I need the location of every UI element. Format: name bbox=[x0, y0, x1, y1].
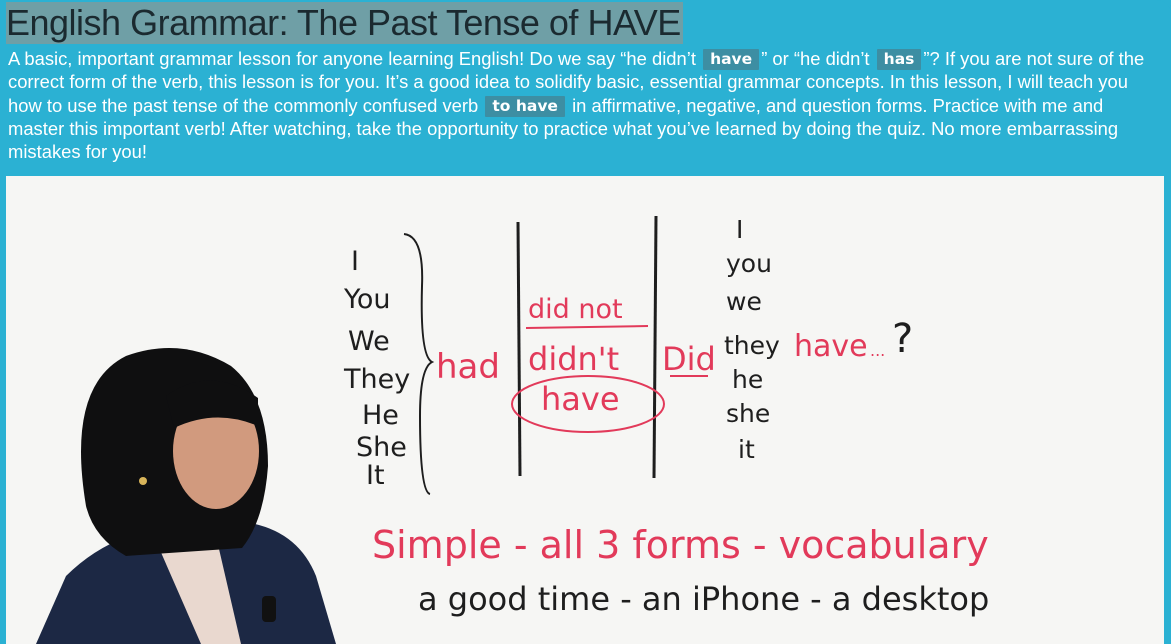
pronoun-right: he bbox=[732, 365, 763, 394]
have-negative-word: have bbox=[541, 380, 620, 418]
pronoun-right: you bbox=[726, 249, 772, 278]
pronoun-right: I bbox=[736, 215, 743, 244]
board-line-1: Simple - all 3 forms - vocabulary bbox=[372, 523, 989, 567]
did-not-word: did not bbox=[528, 294, 623, 325]
did-word: Did bbox=[662, 340, 716, 378]
pronoun-left: She bbox=[356, 432, 407, 463]
had-word: had bbox=[436, 347, 500, 387]
pronoun-left: You bbox=[343, 284, 391, 315]
pronoun-left: It bbox=[366, 460, 385, 491]
didnt-word: didn't bbox=[528, 340, 619, 378]
divider-line bbox=[652, 215, 658, 479]
ellipsis: ... bbox=[870, 341, 885, 360]
description-text-2: ” or “he didn’t bbox=[761, 48, 875, 69]
lesson-description: A basic, important grammar lesson for an… bbox=[8, 47, 1158, 163]
pronoun-right: we bbox=[726, 287, 762, 316]
lesson-panel: English Grammar: The Past Tense of HAVE … bbox=[0, 0, 1171, 644]
lesson-title: English Grammar: The Past Tense of HAVE bbox=[6, 2, 683, 44]
highlight-have: have bbox=[703, 49, 760, 70]
pronoun-left: He bbox=[362, 400, 399, 431]
pronoun-left: We bbox=[348, 326, 390, 357]
whiteboard: I You We They He She It had did not didn… bbox=[6, 176, 1164, 644]
highlight-has: has bbox=[876, 49, 922, 70]
have-question-word: have bbox=[794, 329, 868, 364]
divider-line bbox=[516, 221, 522, 477]
pronoun-right: she bbox=[726, 399, 770, 428]
description-text-1: A basic, important grammar lesson for an… bbox=[8, 48, 702, 69]
pronoun-left: I bbox=[351, 246, 359, 277]
lesson-video[interactable]: I You We They He She It had did not didn… bbox=[6, 176, 1164, 644]
pronoun-right: they bbox=[724, 331, 780, 360]
pronoun-left: They bbox=[343, 364, 410, 395]
highlight-to-have: to have bbox=[485, 95, 565, 117]
question-mark: ? bbox=[892, 316, 913, 362]
pronoun-right: it bbox=[738, 435, 755, 464]
board-line-2: a good time - an iPhone - a desktop bbox=[418, 580, 989, 618]
